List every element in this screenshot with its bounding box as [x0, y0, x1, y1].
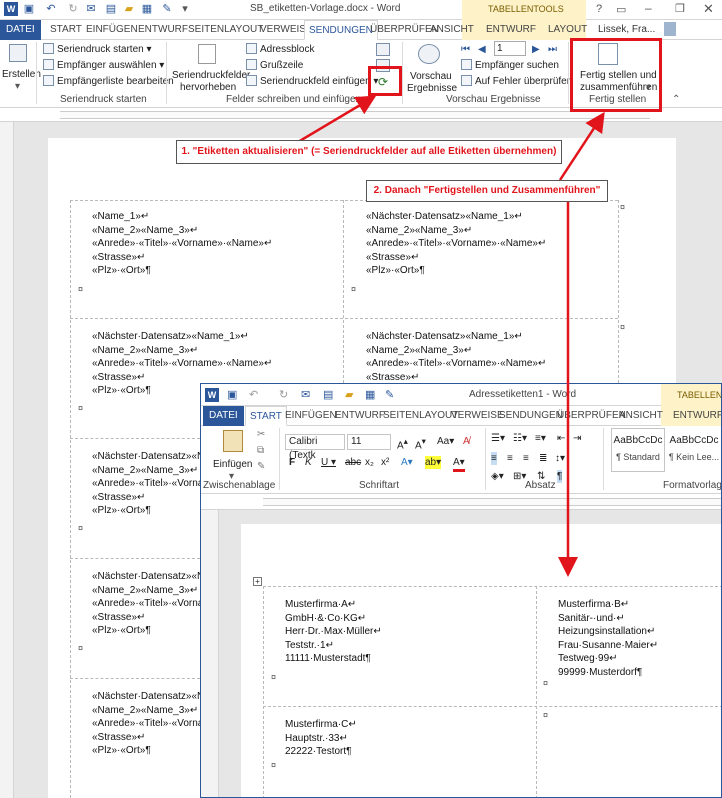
arrow-step1 — [297, 95, 377, 144]
annotation-step2: 2. Danach "Fertigstellen und Zusammenfüh… — [366, 180, 608, 202]
annotation-arrows — [297, 95, 605, 577]
arrow-step2-up — [558, 111, 605, 181]
annotation-step1: 1. "Etiketten aktualisieren" (= Seriendr… — [176, 140, 562, 164]
